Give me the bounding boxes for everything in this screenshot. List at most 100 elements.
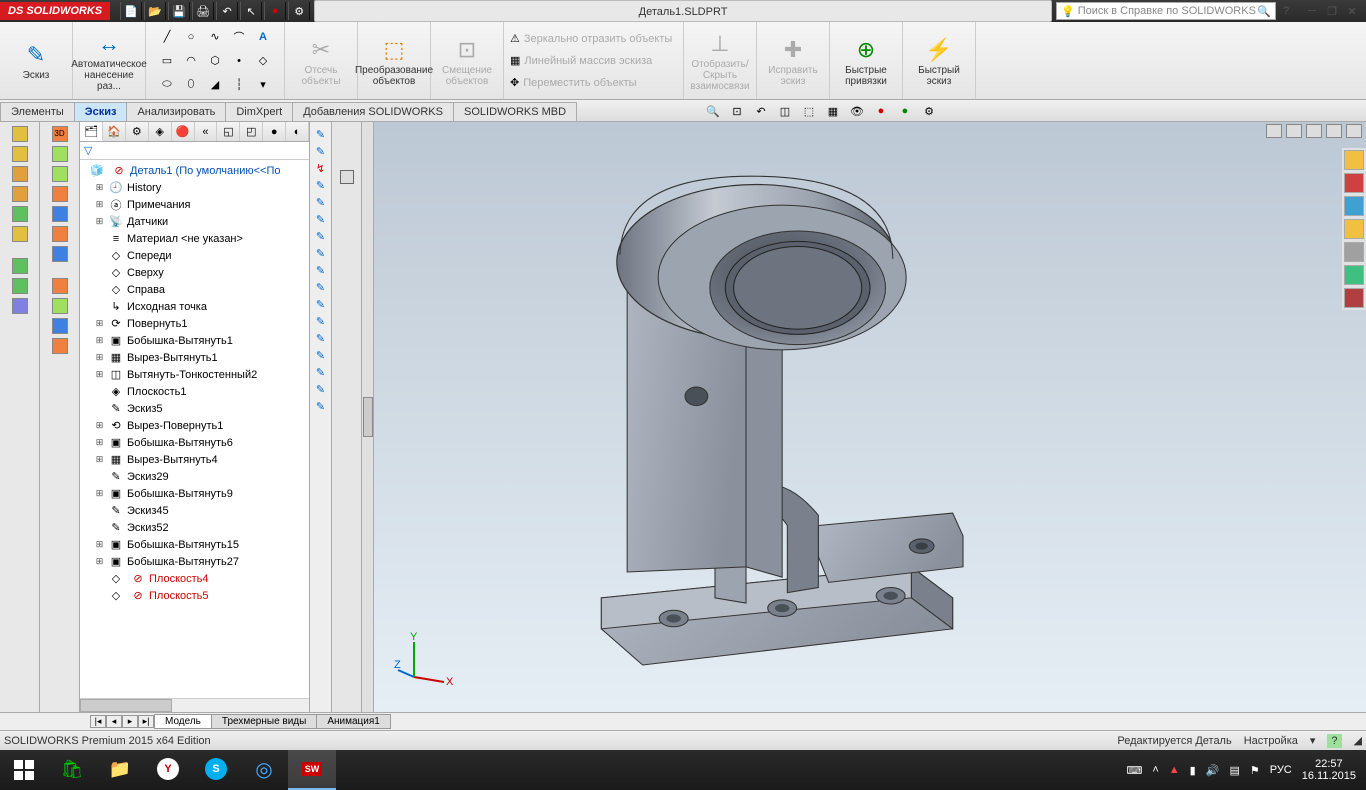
restore-button[interactable]: ❐ — [1322, 3, 1342, 19]
tab-analyze[interactable]: Анализировать — [126, 102, 226, 121]
taskpane-file-explorer[interactable] — [1344, 219, 1364, 239]
tray-clock[interactable]: 22:57 16.11.2015 — [1302, 758, 1356, 782]
edit-sketch-icon-6[interactable]: ✎ — [316, 230, 325, 243]
qat-select[interactable]: ↖ — [240, 2, 262, 20]
start-button[interactable] — [0, 750, 48, 790]
tree-hscrollbar[interactable] — [80, 698, 309, 712]
lt-surfaces[interactable] — [12, 146, 28, 162]
taskpane-appearances[interactable] — [1344, 265, 1364, 285]
status-help-icon[interactable]: ? — [1327, 734, 1341, 748]
text-tool[interactable]: A — [252, 26, 274, 48]
btab-first[interactable]: |◂ — [90, 715, 106, 728]
tree-item[interactable]: ◇⊘Плоскость5 — [80, 587, 309, 604]
expand-icon[interactable]: ⊞ — [94, 437, 105, 448]
edit-sketch-icon-4[interactable]: ✎ — [316, 196, 325, 209]
tray-lang[interactable]: РУС — [1270, 764, 1292, 776]
search-icon[interactable]: 🔍 — [1257, 5, 1271, 18]
rectangle-tool[interactable]: ▭ — [156, 50, 178, 72]
fillet-tool[interactable]: ⌒ — [228, 26, 250, 48]
tray-network-icon[interactable]: ▮ — [1190, 764, 1196, 777]
prev-view-icon[interactable]: ↶ — [752, 102, 770, 120]
edit-sketch-icon-16[interactable]: ✎ — [316, 400, 325, 413]
tree-item[interactable]: ◇Справа — [80, 281, 309, 298]
lt-c2[interactable] — [52, 298, 68, 314]
ellipse-tool[interactable]: ⬯ — [180, 74, 202, 96]
tray-shield-icon[interactable]: ▲ — [1169, 764, 1180, 776]
collapse-arrows-icon[interactable]: « — [195, 122, 218, 141]
move-label[interactable]: Переместить объекты — [523, 77, 636, 89]
taskpane-home[interactable] — [1344, 150, 1364, 170]
lt-c3[interactable] — [52, 318, 68, 334]
splitter-handle[interactable] — [363, 397, 373, 437]
smart-dimension-button[interactable]: ↔ Автоматическое нанесение раз... — [79, 29, 139, 92]
edit-sketch-icon-7[interactable]: ✎ — [316, 247, 325, 260]
apply-scene-icon[interactable]: ● — [896, 102, 914, 120]
edit-sketch-icon-3[interactable]: ✎ — [316, 179, 325, 192]
task-skype[interactable]: S — [192, 750, 240, 790]
linear-pattern-label[interactable]: Линейный массив эскиза — [524, 55, 652, 67]
lt-b4[interactable] — [52, 206, 68, 222]
tree-extra4[interactable]: ◐ — [286, 122, 309, 141]
quick-snaps-button[interactable]: ⊕ Быстрые привязки — [836, 35, 896, 87]
vp-max[interactable] — [1326, 124, 1342, 138]
lt-sk1[interactable] — [12, 258, 28, 274]
taskpane-custom-props[interactable] — [1344, 288, 1364, 308]
vp-close[interactable] — [1346, 124, 1362, 138]
dimx-tab[interactable]: ◈ — [149, 122, 172, 141]
task-solidworks[interactable]: SW — [288, 750, 336, 790]
repair-sketch-button[interactable]: ✚ Исправить эскиз — [763, 35, 823, 87]
expand-icon[interactable]: ⊞ — [94, 335, 105, 346]
status-dropdown-icon[interactable]: ▾ — [1310, 734, 1316, 747]
display-relations-button[interactable]: ⊥ Отобразить/Скрыть взаимосвязи — [690, 29, 750, 92]
qat-undo[interactable]: ↶ — [216, 2, 238, 20]
taskpane-resources[interactable] — [1344, 173, 1364, 193]
lt-mold[interactable] — [12, 206, 28, 222]
qat-print[interactable]: 🖨 — [192, 2, 214, 20]
lt-sk3[interactable] — [12, 298, 28, 314]
trim-button[interactable]: ✂ Отсечь объекты — [291, 35, 351, 87]
lt-sk2[interactable] — [12, 278, 28, 294]
tree-item[interactable]: ⊞▣Бобышка-Вытянуть1 — [80, 332, 309, 349]
section-view-icon[interactable]: ◫ — [776, 102, 794, 120]
zoom-fit-icon[interactable]: 🔍 — [704, 102, 722, 120]
rapid-sketch-button[interactable]: ⚡ Быстрый эскиз — [909, 35, 969, 87]
config-tab[interactable]: ⚙ — [126, 122, 149, 141]
edit-appearance-icon[interactable]: ● — [872, 102, 890, 120]
expand-icon[interactable]: ⊞ — [94, 454, 105, 465]
tree-item[interactable]: ↳Исходная точка — [80, 298, 309, 315]
task-compass[interactable]: ◎ — [240, 750, 288, 790]
tree-item[interactable]: ⊞◫Вытянуть-Тонкостенный2 — [80, 366, 309, 383]
tree-extra2[interactable]: ◰ — [240, 122, 263, 141]
arc-tool[interactable]: ◠ — [180, 50, 202, 72]
view-settings-icon[interactable]: ⚙ — [920, 102, 938, 120]
tree-root[interactable]: 🧊 ⊘ Деталь1 (По умолчанию<<По — [80, 162, 309, 179]
tree-item[interactable]: ⊞▣Бобышка-Вытянуть27 — [80, 553, 309, 570]
centerline-tool[interactable]: ┆ — [228, 74, 250, 96]
offset-button[interactable]: ⊡ Смещение объектов — [437, 35, 497, 87]
hide-show-icon[interactable]: 👁 — [848, 102, 866, 120]
expand-icon[interactable]: ⊞ — [94, 318, 105, 329]
edit-sketch-icon-11[interactable]: ✎ — [316, 315, 325, 328]
lt-features[interactable] — [12, 126, 28, 142]
edit-sketch-icon-13[interactable]: ✎ — [316, 349, 325, 362]
tree-item[interactable]: ⊞▦Вырез-Вытянуть1 — [80, 349, 309, 366]
task-yandex[interactable]: Y — [144, 750, 192, 790]
edit-sketch-icon-9[interactable]: ✎ — [316, 281, 325, 294]
edit-sketch-icon-10[interactable]: ✎ — [316, 298, 325, 311]
lt-b6[interactable] — [52, 246, 68, 262]
edit-sketch-icon-14[interactable]: ✎ — [316, 366, 325, 379]
tree-item[interactable]: ⊞🕘History — [80, 179, 309, 196]
vp-min[interactable] — [1306, 124, 1322, 138]
tree-item[interactable]: ◇⊘Плоскость4 — [80, 570, 309, 587]
tab-sketch[interactable]: Эскиз — [74, 102, 128, 121]
btab-animation[interactable]: Анимация1 — [316, 714, 391, 729]
tree-item[interactable]: ⊞▣Бобышка-Вытянуть15 — [80, 536, 309, 553]
expand-icon[interactable]: ⊞ — [94, 420, 105, 431]
help-button[interactable]: ? — [1276, 3, 1296, 19]
chamfer-tool[interactable]: ◢ — [204, 74, 226, 96]
tree-item[interactable]: ✎Эскиз5 — [80, 400, 309, 417]
convert-entities-button[interactable]: ⬚ Преобразование объектов — [364, 35, 424, 87]
qat-new[interactable]: 📄 — [120, 2, 142, 20]
lt-c1[interactable] — [52, 278, 68, 294]
tree-item[interactable]: ◈Плоскость1 — [80, 383, 309, 400]
